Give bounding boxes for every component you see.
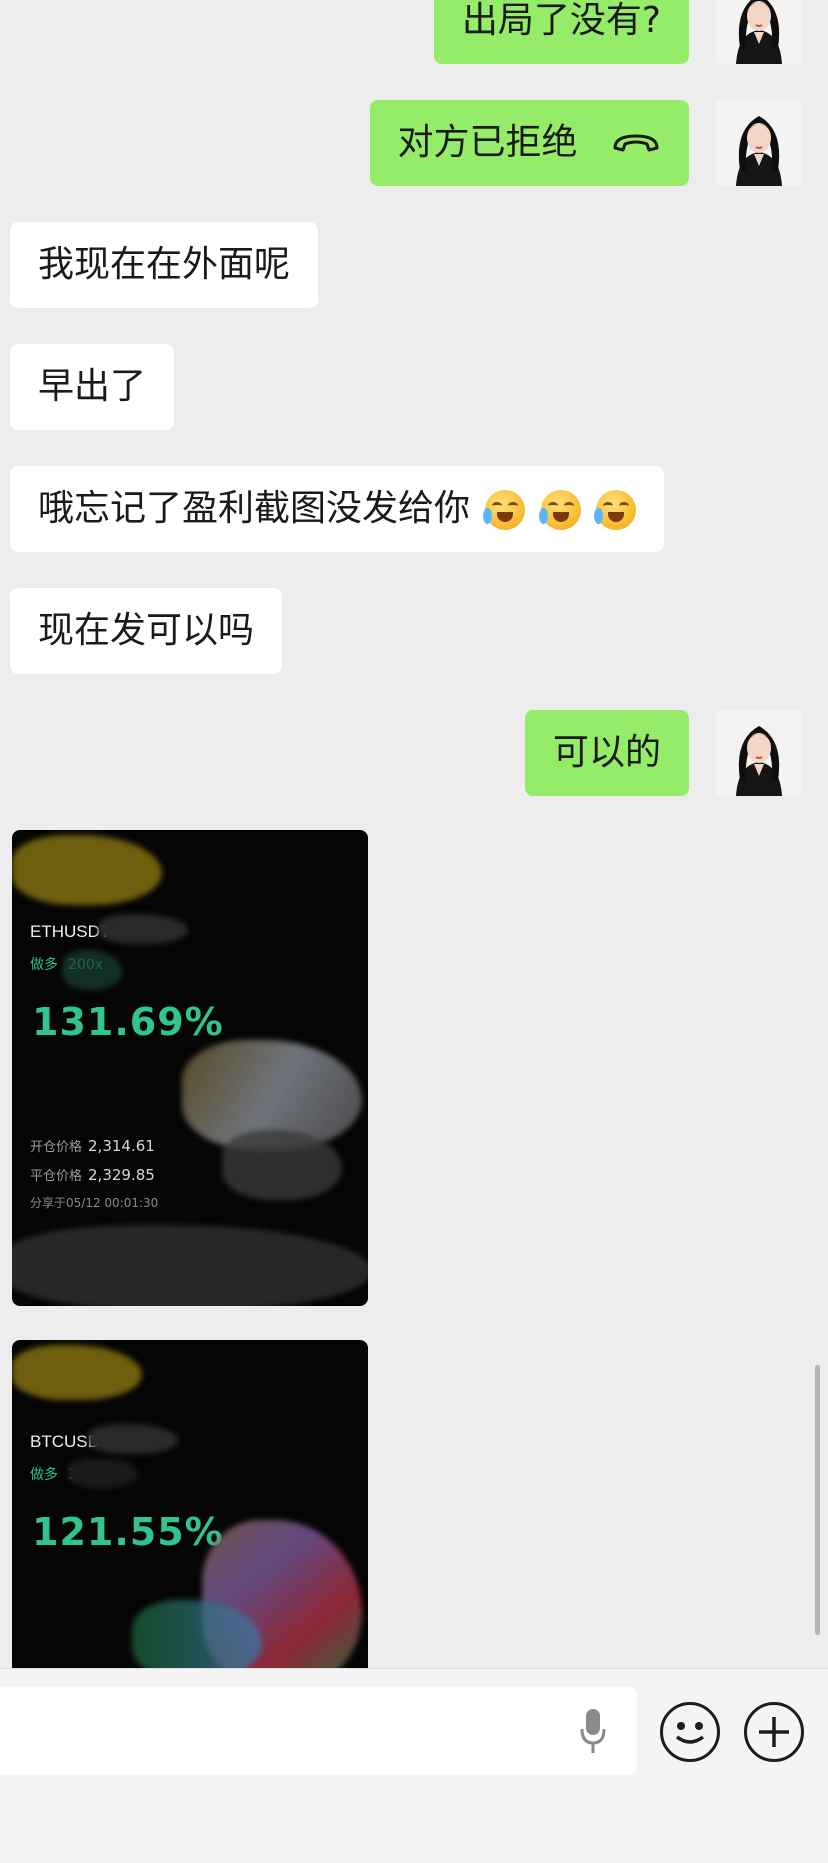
- message-input[interactable]: [0, 1687, 637, 1775]
- plus-icon: [759, 1717, 789, 1747]
- profit-screenshot-image[interactable]: ETHUSDT 做多200x 131.69% 开仓价格2,314.61 平仓价格…: [12, 830, 368, 1306]
- message-text: 可以的: [552, 732, 661, 773]
- input-bar: [0, 1668, 828, 1863]
- crying-laughing-emoji: [483, 490, 526, 530]
- more-button[interactable]: [744, 1702, 804, 1762]
- redaction-scribble: [12, 835, 162, 905]
- avatar[interactable]: [716, 710, 802, 796]
- emoji-button[interactable]: [660, 1702, 720, 1762]
- avatar[interactable]: [716, 100, 802, 186]
- chat-scrollbar[interactable]: [815, 1365, 820, 1635]
- close-price-row: 平仓价格 2,329.85: [30, 1166, 155, 1184]
- redaction-scribble: [68, 1458, 138, 1488]
- message-text: 早出了: [38, 366, 147, 407]
- avatar-image: [716, 0, 802, 64]
- call-record-bubble[interactable]: 对方已拒绝: [369, 100, 689, 186]
- pnl-percentage: 121.55%: [32, 1510, 224, 1554]
- redaction-scribble: [12, 1345, 142, 1400]
- chat-history[interactable]: 出局了没有? 对方已拒绝 我现在在外面呢 早出了 哦忘记了盈利截图没发给你 现在…: [0, 0, 828, 1668]
- hangup-icon: [613, 134, 659, 152]
- message-text: 对方已拒绝: [397, 122, 578, 163]
- redaction-scribble: [98, 914, 188, 944]
- profit-screenshot-image[interactable]: BTCUSDT 做多2 121.55%: [12, 1340, 368, 1668]
- open-price-row: 开仓价格 2,314.61: [30, 1137, 155, 1155]
- message-bubble-sent[interactable]: 出局了没有?: [433, 0, 689, 64]
- avatar-image: [716, 710, 802, 796]
- message-bubble-received[interactable]: 早出了: [10, 344, 175, 430]
- crying-laughing-emoji: [538, 490, 581, 530]
- message-text: 哦忘记了盈利截图没发给你: [38, 488, 471, 529]
- message-bubble-received[interactable]: 现在发可以吗: [10, 588, 283, 674]
- message-text: 现在发可以吗: [38, 610, 255, 651]
- microphone-icon[interactable]: [580, 1707, 606, 1755]
- message-text: 我现在在外面呢: [38, 244, 291, 285]
- message-text: 出局了没有?: [461, 0, 661, 41]
- smiley-icon: [675, 1722, 705, 1744]
- message-bubble-received[interactable]: 哦忘记了盈利截图没发给你: [10, 466, 665, 552]
- avatar-image: [716, 100, 802, 186]
- avatar[interactable]: [716, 0, 802, 64]
- message-bubble-received[interactable]: 我现在在外面呢: [10, 222, 319, 308]
- redaction-scribble: [62, 950, 122, 990]
- crying-laughing-emoji: [594, 490, 637, 530]
- message-bubble-sent[interactable]: 可以的: [524, 710, 689, 796]
- redaction-scribble: [12, 1225, 368, 1306]
- redaction-scribble: [88, 1424, 178, 1454]
- share-timestamp: 分享于05/12 00:01:30: [30, 1196, 159, 1210]
- pnl-percentage: 131.69%: [32, 1000, 224, 1044]
